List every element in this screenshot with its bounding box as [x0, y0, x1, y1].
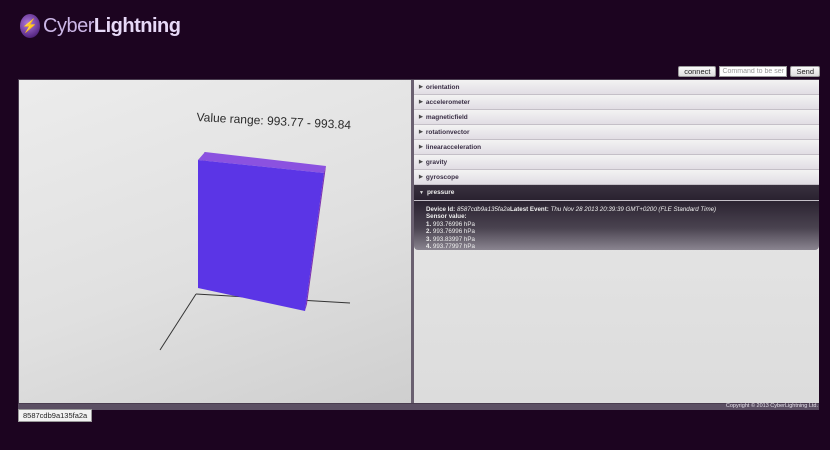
accordion-item-gyroscope[interactable]: ▶ gyroscope: [414, 170, 819, 185]
sensor-value-index: 1.: [426, 220, 432, 228]
accordion-item-label: pressure: [426, 189, 455, 196]
footer-bar: [18, 404, 819, 410]
chevron-right-icon: ▶: [419, 159, 423, 165]
chevron-right-icon: ▶: [419, 174, 423, 180]
3d-viewer[interactable]: Value range: 993.77 - 993.84: [19, 80, 411, 403]
device-id-tag[interactable]: 8587cdb9a135fa2a: [18, 409, 93, 422]
accordion-item-label: orientation: [425, 83, 460, 91]
pressure-details: Device Id: 8587cdb9a135fa2aLatest Event:…: [414, 201, 819, 250]
connect-button[interactable]: connect: [678, 66, 717, 77]
device-info-row: Device Id: 8587cdb9a135fa2aLatest Event:…: [426, 206, 807, 213]
chevron-right-icon: ▶: [419, 84, 423, 90]
latest-event-label: Latest Event:: [509, 206, 549, 213]
sensor-value-text: 993.77997 hPa: [432, 243, 475, 251]
sensor-value-item: 4. 993.77997 hPa: [426, 243, 807, 250]
command-input[interactable]: [719, 66, 788, 77]
main-panel: Value range: 993.77 - 993.84 ▶ orientatio…: [18, 79, 819, 404]
accordion-item-label: magneticfield: [425, 113, 468, 121]
device-id-label: Device Id:: [426, 206, 456, 213]
sensor-value-item: 1. 993.76996 hPa: [426, 221, 807, 228]
chevron-right-icon: ▶: [419, 144, 423, 150]
chevron-right-icon: ▶: [419, 114, 423, 120]
x-axis-line: [159, 293, 197, 351]
command-toolbar: connect Send: [678, 66, 820, 77]
accordion-item-rotationvector[interactable]: ▶ rotationvector: [414, 125, 819, 140]
sensor-value-item: 2. 993.76996 hPa: [426, 228, 807, 235]
device-id-value: 8587cdb9a135fa2a: [456, 206, 510, 213]
accordion-item-label: rotationvector: [425, 128, 470, 136]
brand-name: CyberLightning: [43, 14, 181, 38]
sensor-value-item: 3. 993.83997 hPa: [426, 236, 807, 243]
3d-scene: [159, 152, 351, 351]
copyright-text: Copyright © 2013 CyberLightning Ltd.: [725, 403, 818, 409]
accordion-item-orientation[interactable]: ▶ orientation: [414, 80, 819, 95]
accordion-item-label: linearacceleration: [425, 143, 482, 151]
brand-name-prefix: Cyber: [43, 14, 94, 37]
sensor-accordion: ▶ orientation ▶ accelerometer ▶ magneticfield…: [414, 80, 819, 403]
accordion-item-label: gravity: [425, 158, 448, 166]
brand-name-suffix: Lightning: [93, 14, 181, 37]
chevron-down-icon: ▼: [419, 189, 424, 196]
accordion-item-accelerometer[interactable]: ▶ accelerometer: [414, 95, 819, 110]
latest-event-value: Thu Nov 28 2013 20:39:39 GMT+0200 (FLE S…: [550, 206, 717, 213]
sensor-value-text: 993.83997 hPa: [432, 235, 475, 243]
bar-front-face: [198, 160, 324, 311]
accordion-item-gravity[interactable]: ▶ gravity: [414, 155, 819, 170]
sensor-value-label: Sensor value:: [426, 213, 467, 221]
chevron-right-icon: ▶: [419, 129, 423, 135]
sensor-value-index: 4.: [426, 243, 432, 251]
accordion-item-pressure[interactable]: ▼ pressure: [414, 185, 819, 201]
lightning-bolt-icon: ⚡: [20, 14, 40, 38]
brand-logo: ⚡ CyberLightning: [20, 14, 181, 38]
send-button[interactable]: Send: [790, 66, 820, 77]
sensor-value-index: 2.: [426, 228, 432, 236]
sensor-value-index: 3.: [426, 235, 432, 243]
accordion-item-label: gyroscope: [425, 173, 459, 181]
chevron-right-icon: ▶: [419, 99, 423, 105]
sensor-value-text: 993.76996 hPa: [432, 220, 475, 228]
accordion-item-magneticfield[interactable]: ▶ magneticfield: [414, 110, 819, 125]
sensor-value-text: 993.76996 hPa: [432, 228, 475, 236]
accordion-item-label: accelerometer: [425, 98, 470, 106]
accordion-item-linearacceleration[interactable]: ▶ linearacceleration: [414, 140, 819, 155]
